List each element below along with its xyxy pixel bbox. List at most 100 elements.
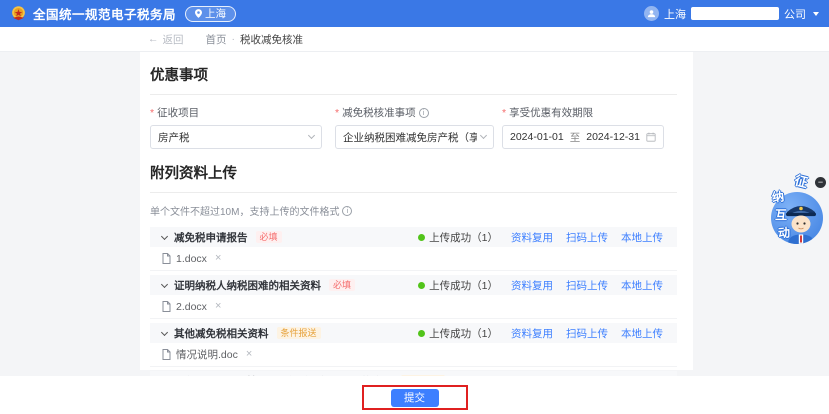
user-caret-down-icon — [813, 12, 819, 16]
breadcrumb-separator: · — [232, 33, 236, 45]
scan-upload-link[interactable]: 扫码上传 — [566, 278, 608, 293]
required-badge: 必填 — [256, 231, 282, 244]
user-menu[interactable]: 上海 公司 — [644, 6, 819, 22]
tax-assistant-widget[interactable]: − 征 纳 互 动 — [769, 170, 827, 260]
user-name-prefix: 上海 — [664, 6, 686, 22]
chevron-down-icon[interactable] — [161, 232, 168, 239]
breadcrumb-current: 税收减免核准 — [240, 32, 303, 47]
reduction-matter-value: 企业纳税困难减免房产税（享受免税，自1986-10-... — [343, 130, 477, 145]
info-icon[interactable]: i — [419, 108, 429, 118]
file-name: 1.docx — [176, 253, 207, 265]
location-pin-icon — [195, 9, 202, 18]
levy-item-value: 房产税 — [158, 130, 305, 145]
reuse-material-link[interactable]: 资料复用 — [511, 230, 553, 245]
field-levy-item: * 征收项目 房产税 — [150, 105, 322, 149]
remove-file-icon[interactable]: × — [246, 349, 252, 360]
back-button-label: 返回 — [163, 32, 184, 47]
success-dot-icon — [418, 234, 425, 241]
section-title-upload: 附列资料上传 — [150, 162, 677, 183]
scan-upload-link[interactable]: 扫码上传 — [566, 230, 608, 245]
date-range-connector: 至 — [570, 130, 581, 145]
breadcrumb-bar: ← 返回 首页 · 税收减免核准 — [0, 27, 829, 52]
date-start-value[interactable]: 2024-01-01 — [510, 131, 564, 143]
local-upload-link[interactable]: 本地上传 — [621, 278, 663, 293]
reuse-material-link[interactable]: 资料复用 — [511, 326, 553, 341]
file-icon — [162, 301, 171, 312]
widget-char: 互 — [775, 206, 787, 223]
reduction-matter-select[interactable]: 企业纳税困难减免房产税（享受免税，自1986-10-... — [335, 125, 494, 149]
levy-item-select[interactable]: 房产税 — [150, 125, 322, 149]
file-name: 2.docx — [176, 301, 207, 313]
upload-list: 减免税申请报告 必填 上传成功（1） 资料复用 扫码上传 本地上传 1.docx — [150, 227, 677, 391]
annotation-highlight-box: 提交 — [362, 385, 468, 410]
required-marker: * — [335, 107, 339, 119]
upload-row-label: 证明纳税人纳税困难的相关资料 — [174, 278, 321, 293]
upload-group: 证明纳税人纳税困难的相关资料 必填 上传成功（1） 资料复用 扫码上传 本地上传… — [150, 275, 677, 319]
reduction-matter-label: * 减免税核准事项 i — [335, 105, 494, 120]
top-header-bar: 全国统一规范电子税务局 上海 上海 公司 — [0, 0, 829, 27]
upload-row-label: 其他减免税相关资料 — [174, 326, 269, 341]
scan-upload-link[interactable]: 扫码上传 — [566, 326, 608, 341]
user-name-suffix: 公司 — [784, 6, 806, 22]
submit-button[interactable]: 提交 — [391, 389, 439, 407]
footer-bar: 提交 — [0, 376, 829, 414]
calendar-icon — [646, 132, 656, 142]
upload-row-label: 减免税申请报告 — [174, 230, 248, 245]
field-reduction-matter: * 减免税核准事项 i 企业纳税困难减免房产税（享受免税，自1986-10-..… — [335, 105, 494, 149]
redacted-company-name — [691, 7, 779, 20]
uploaded-file-row: 1.docx × — [150, 247, 677, 271]
upload-group: 减免税申请报告 必填 上传成功（1） 资料复用 扫码上传 本地上传 1.docx — [150, 227, 677, 271]
upload-row-header: 其他减免税相关资料 条件报送 上传成功（1） 资料复用 扫码上传 本地上传 — [150, 323, 677, 343]
location-badge-label: 上海 — [205, 6, 226, 21]
info-icon[interactable]: i — [342, 206, 352, 216]
local-upload-link[interactable]: 本地上传 — [621, 230, 663, 245]
file-icon — [162, 349, 171, 360]
uploaded-file-row: 情况说明.doc × — [150, 343, 677, 367]
required-marker: * — [502, 107, 506, 119]
widget-char: 动 — [777, 224, 790, 242]
widget-char: 征 — [793, 170, 810, 192]
remove-file-icon[interactable]: × — [215, 301, 221, 312]
validity-period-label: * 享受优惠有效期限 — [502, 105, 664, 120]
upload-row-header: 证明纳税人纳税困难的相关资料 必填 上传成功（1） 资料复用 扫码上传 本地上传 — [150, 275, 677, 295]
required-badge: 必填 — [329, 279, 355, 292]
widget-char: 纳 — [771, 187, 785, 205]
required-marker: * — [150, 107, 154, 119]
chevron-down-icon — [480, 132, 487, 139]
section-title-preferential: 优惠事项 — [150, 64, 677, 85]
widget-collapse-button[interactable]: − — [815, 177, 826, 188]
national-emblem-icon — [10, 5, 27, 22]
app-title: 全国统一规范电子税务局 — [33, 4, 176, 23]
upload-group: 其他减免税相关资料 条件报送 上传成功（1） 资料复用 扫码上传 本地上传 情况… — [150, 323, 677, 367]
levy-item-label: * 征收项目 — [150, 105, 322, 120]
location-badge[interactable]: 上海 — [185, 6, 236, 22]
date-end-value[interactable]: 2024-12-31 — [586, 131, 640, 143]
preferential-form-row: * 征收项目 房产税 * 减免税核准事项 i 企业纳税困难减免房产税（享受免税，… — [150, 105, 677, 149]
breadcrumb-home[interactable]: 首页 — [206, 32, 227, 47]
chevron-down-icon[interactable] — [161, 328, 168, 335]
conditional-badge: 条件报送 — [277, 327, 321, 340]
upload-status: 上传成功（1） — [418, 230, 498, 245]
validity-date-range-input[interactable]: 2024-01-01 至 2024-12-31 — [502, 125, 664, 149]
success-dot-icon — [418, 330, 425, 337]
breadcrumb: 首页 · 税收减免核准 — [206, 32, 304, 47]
file-icon — [162, 253, 171, 264]
uploaded-file-row: 2.docx × — [150, 295, 677, 319]
chevron-down-icon[interactable] — [161, 280, 168, 287]
user-avatar-icon — [644, 6, 659, 21]
upload-status: 上传成功（1） — [418, 326, 498, 341]
upload-note: 单个文件不超过10M，支持上传的文件格式 i — [150, 203, 677, 218]
main-content-card: 优惠事项 * 征收项目 房产税 * 减免税核准事项 i 企业纳税困难减免房产税（… — [140, 52, 693, 370]
section-divider — [150, 192, 677, 193]
upload-row-header: 减免税申请报告 必填 上传成功（1） 资料复用 扫码上传 本地上传 — [150, 227, 677, 247]
field-validity-period: * 享受优惠有效期限 2024-01-01 至 2024-12-31 — [502, 105, 664, 149]
remove-file-icon[interactable]: × — [215, 253, 221, 264]
back-arrow-icon: ← — [148, 33, 159, 45]
upload-status: 上传成功（1） — [418, 278, 498, 293]
success-dot-icon — [418, 282, 425, 289]
reuse-material-link[interactable]: 资料复用 — [511, 278, 553, 293]
file-name: 情况说明.doc — [176, 347, 238, 362]
local-upload-link[interactable]: 本地上传 — [621, 326, 663, 341]
back-button[interactable]: ← 返回 — [148, 32, 184, 47]
chevron-down-icon — [308, 132, 315, 139]
